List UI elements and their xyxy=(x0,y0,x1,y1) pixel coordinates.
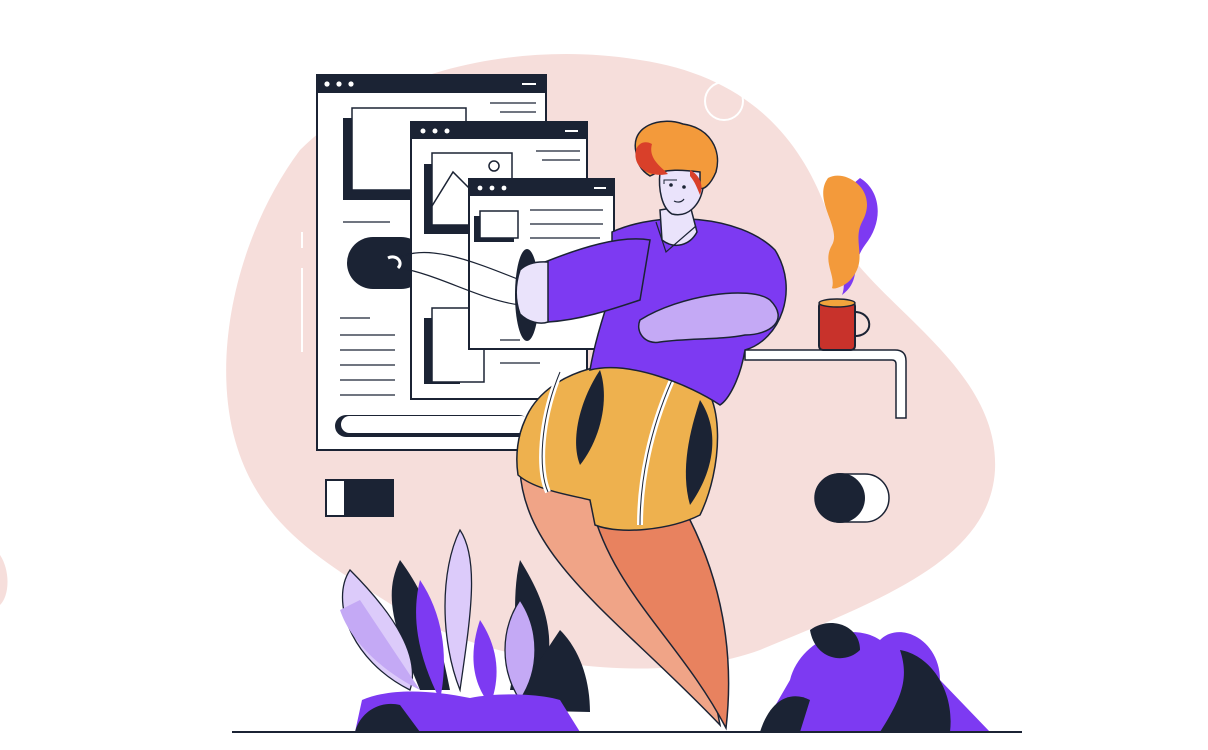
window-dot-icon xyxy=(432,128,438,134)
window-dot-icon xyxy=(444,128,450,134)
toggle-switch-icon xyxy=(325,479,394,517)
toggle-switch-round-icon xyxy=(814,473,890,523)
hand xyxy=(515,261,549,324)
illustration-scene xyxy=(0,54,1022,733)
window-dot-icon xyxy=(477,185,483,191)
window-dot-icon xyxy=(420,128,426,134)
window-dot-icon xyxy=(489,185,495,191)
window-dot-icon xyxy=(324,81,330,87)
background-blob-edge xyxy=(0,555,8,605)
window-dot-icon xyxy=(336,81,342,87)
window-dot-icon xyxy=(501,185,507,191)
window-dot-icon xyxy=(348,81,354,87)
plant-right xyxy=(760,622,990,732)
